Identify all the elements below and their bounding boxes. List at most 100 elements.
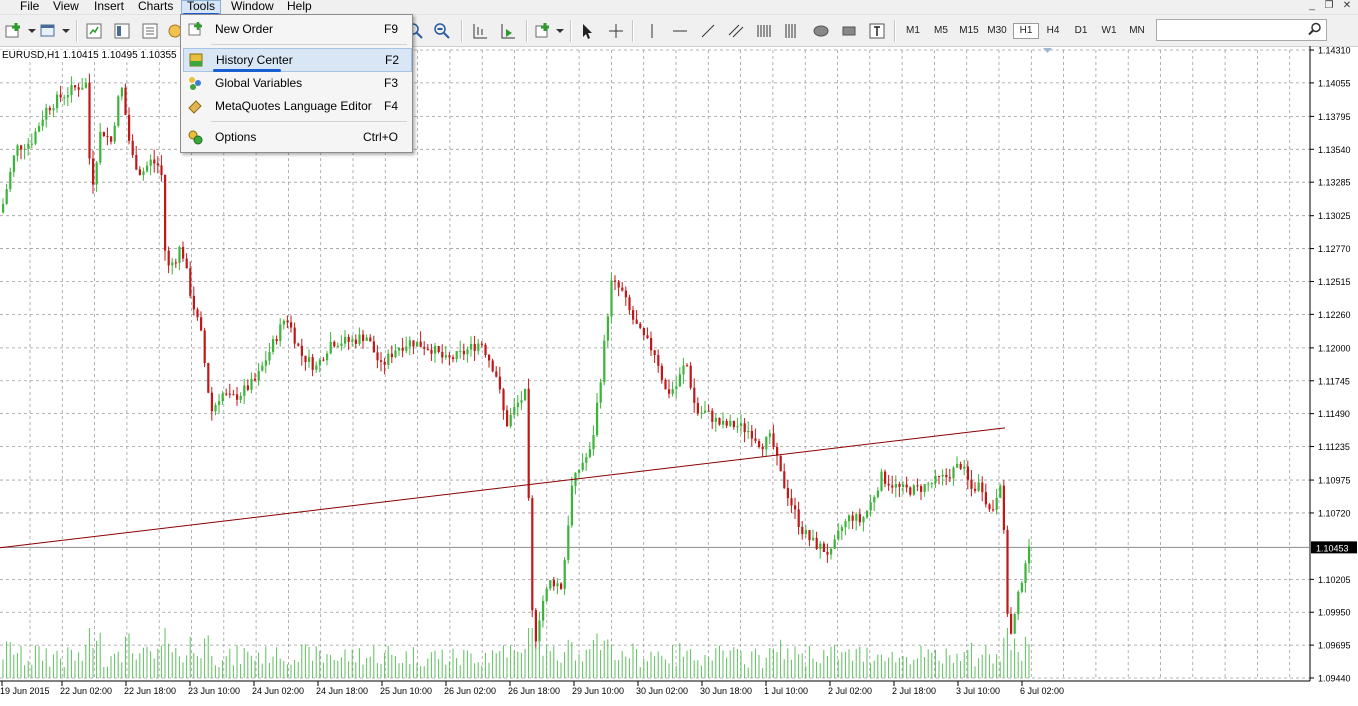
timeframe-m30[interactable]: M30 <box>985 23 1009 39</box>
candle-body <box>455 350 458 360</box>
candle-body <box>581 462 584 471</box>
navigator-icon[interactable] <box>140 21 160 41</box>
candle-body <box>549 580 552 589</box>
restore-button[interactable]: ❐ <box>1322 1 1336 12</box>
candle-body <box>228 393 231 395</box>
search-icon[interactable] <box>1308 22 1322 36</box>
timeframe-m1[interactable]: M1 <box>901 23 925 39</box>
candle-body <box>862 517 865 523</box>
timeframe-m5[interactable]: M5 <box>929 23 953 39</box>
candle-body <box>207 363 210 393</box>
candle-body <box>59 94 62 98</box>
candle-body <box>138 169 141 176</box>
cursor-icon[interactable] <box>577 21 597 41</box>
tile-windows-icon[interactable] <box>470 21 490 41</box>
history-center-icon <box>189 53 203 67</box>
dropdown-arrow-icon[interactable] <box>58 21 78 41</box>
candle-body <box>938 475 941 477</box>
candle-body <box>866 510 869 518</box>
candle-body <box>268 351 271 361</box>
candle-body <box>498 376 501 390</box>
candle-body <box>984 492 987 505</box>
toolbar-separator <box>570 20 572 42</box>
menu-item-shortcut: F2 <box>384 53 399 67</box>
timeframe-mn[interactable]: MN <box>1125 23 1149 39</box>
candle-body <box>174 262 177 264</box>
rectangle-icon[interactable] <box>839 21 859 41</box>
candle-body <box>110 136 113 142</box>
data-window-icon[interactable] <box>112 21 132 41</box>
timeframe-m15[interactable]: M15 <box>957 23 981 39</box>
candle-body <box>225 393 228 395</box>
autoscroll-icon[interactable] <box>498 21 518 41</box>
candle-body <box>149 159 152 166</box>
vertical-line-icon[interactable] <box>642 21 662 41</box>
toolbar-separator <box>894 20 896 42</box>
indicators-icon[interactable] <box>533 21 553 41</box>
search-input[interactable] <box>1156 19 1327 41</box>
candle-body <box>945 474 948 478</box>
equidistant-channel-icon[interactable] <box>726 21 746 41</box>
price-tick-label: 1.09440 <box>1318 674 1351 684</box>
time-tick-label: 26 Jun 02:00 <box>444 686 496 696</box>
ellipse-icon[interactable] <box>811 21 831 41</box>
candle-body <box>920 486 923 492</box>
market-watch-icon[interactable] <box>84 21 104 41</box>
candle-body <box>700 412 703 414</box>
candle-body <box>693 387 696 403</box>
profiles-icon[interactable] <box>38 21 58 41</box>
candle-body <box>995 497 998 510</box>
candle-body <box>20 145 23 150</box>
timeframe-h1[interactable]: H1 <box>1013 23 1039 39</box>
menu-view[interactable]: View <box>48 0 84 14</box>
candle-body <box>761 446 764 450</box>
candle-body <box>376 352 379 361</box>
candle-body <box>966 466 969 480</box>
candle-body <box>729 420 732 426</box>
timeframe-h4[interactable]: H4 <box>1041 23 1065 39</box>
candle-body <box>930 483 933 485</box>
candle-body <box>394 350 397 358</box>
candle-body <box>16 145 19 156</box>
close-button[interactable]: ✕ <box>1340 1 1354 12</box>
candle-body <box>185 258 188 269</box>
minimize-button[interactable]: _ <box>1305 1 1319 12</box>
candle-body <box>1013 614 1016 634</box>
zoom-out-icon[interactable] <box>432 21 452 41</box>
candle-body <box>826 551 829 555</box>
new-chart-icon[interactable] <box>4 21 24 41</box>
candle-body <box>387 353 390 365</box>
candle-body <box>484 344 487 355</box>
candle-body <box>380 360 383 362</box>
timeframe-d1[interactable]: D1 <box>1069 23 1093 39</box>
candle-body <box>520 400 523 403</box>
menu-charts[interactable]: Charts <box>133 0 178 14</box>
text-label-icon[interactable] <box>867 21 887 41</box>
candle-body <box>596 402 599 436</box>
candle-body <box>113 125 116 142</box>
menu-tools[interactable]: Tools <box>181 0 222 14</box>
candle-body <box>902 484 905 487</box>
candle-body <box>423 346 426 349</box>
candle-body <box>646 335 649 339</box>
text-tool-icon[interactable] <box>783 21 803 41</box>
candle-body <box>912 485 915 495</box>
fibonacci-icon[interactable] <box>754 21 774 41</box>
menu-item-options[interactable]: Options Ctrl+O <box>183 126 410 148</box>
candle-body <box>336 345 339 347</box>
crosshair-icon[interactable] <box>606 21 626 41</box>
menu-item-metaquotes-language-editor[interactable]: MetaQuotes Language Editor F4 <box>183 95 410 117</box>
timeframe-w1[interactable]: W1 <box>1097 23 1121 39</box>
candle-body <box>322 359 325 361</box>
menu-file[interactable]: File <box>15 0 44 14</box>
menu-insert[interactable]: Insert <box>89 0 129 14</box>
candle-body <box>992 509 995 511</box>
horizontal-line-icon[interactable] <box>670 21 690 41</box>
menu-item-new-order[interactable]: New Order F9 <box>183 18 410 40</box>
menu-window[interactable]: Window <box>226 0 279 14</box>
candle-body <box>473 343 476 351</box>
dropdown-arrow-icon[interactable] <box>552 21 572 41</box>
menu-help[interactable]: Help <box>282 0 317 14</box>
trendline-icon[interactable] <box>698 21 718 41</box>
menu-item-global-variables[interactable]: Global Variables F3 <box>183 72 410 94</box>
